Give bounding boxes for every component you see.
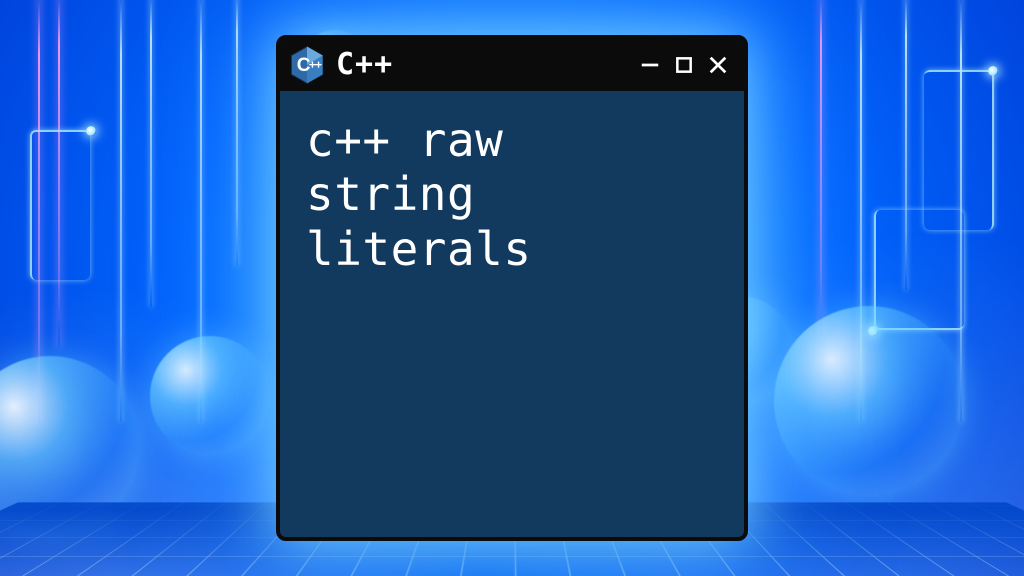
minimize-button[interactable] xyxy=(638,53,662,77)
bg-orb xyxy=(150,336,270,456)
window-body-text: c++ raw string literals xyxy=(280,91,744,537)
terminal-window: C C++ c++ raw string xyxy=(276,35,748,541)
bg-circuit-trace xyxy=(30,130,90,280)
bg-orb xyxy=(774,306,964,496)
bg-circuit-node xyxy=(86,126,96,136)
window-title: C++ xyxy=(336,50,626,80)
titlebar[interactable]: C C++ xyxy=(280,39,744,91)
cpp-logo-icon: C xyxy=(290,46,324,84)
bg-data-stream xyxy=(150,0,152,307)
window-controls xyxy=(638,53,730,77)
maximize-button[interactable] xyxy=(672,53,696,77)
bg-data-stream xyxy=(120,0,122,422)
bg-circuit-node xyxy=(988,66,998,76)
bg-circuit-trace xyxy=(924,70,994,230)
svg-text:C: C xyxy=(297,55,311,76)
window-frame: C C++ c++ raw string xyxy=(276,35,748,541)
bg-data-stream xyxy=(236,0,238,266)
bg-data-stream xyxy=(820,0,822,336)
close-button[interactable] xyxy=(706,53,730,77)
